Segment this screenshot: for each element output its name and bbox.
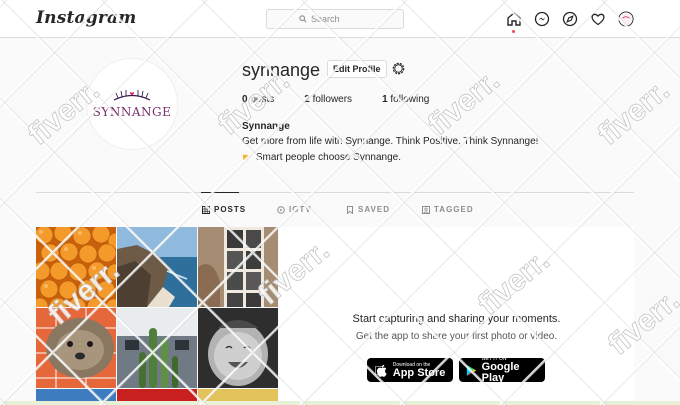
edit-profile-button[interactable]: Edit Profile [327, 60, 387, 78]
profile-bio-line-2: ☛ Smart people choose Synnange. [242, 151, 401, 164]
promo-subtitle: Get the app to share your first photo or… [355, 331, 558, 342]
tab-igtv[interactable]: IGTV [277, 205, 312, 214]
sample-photo-dog [36, 308, 116, 388]
explore-icon[interactable] [562, 11, 578, 27]
home-icon[interactable] [506, 11, 522, 27]
profile-bio-line-1: Get more from life with Synnange. Think … [242, 136, 539, 147]
bottom-strip [0, 401, 680, 405]
instagram-logo[interactable]: Instagram [36, 8, 136, 28]
sample-photo-baby [198, 308, 278, 388]
profile-avatar-icon[interactable] [618, 11, 634, 27]
igtv-icon [277, 205, 285, 214]
activity-dot [512, 30, 515, 33]
app-store-text: Download on the App Store [383, 361, 446, 379]
search-icon [299, 15, 307, 23]
messenger-icon[interactable] [534, 11, 550, 27]
sample-photo-cactus [117, 308, 197, 388]
tab-saved[interactable]: SAVED [346, 205, 390, 214]
sample-photo-photobooth [198, 227, 278, 307]
profile-stats: 0 posts 2 followers 1 following [242, 94, 459, 105]
active-tab-indicator [201, 192, 239, 193]
eyelash-logo-icon [113, 90, 151, 101]
avatar-brand-text: SYNNANGE [92, 105, 172, 119]
search-input[interactable] [311, 14, 371, 24]
pointing-hand-icon: ☛ [242, 152, 252, 164]
grid-icon [202, 205, 210, 214]
google-play-icon [466, 364, 477, 376]
following-stat[interactable]: 1 following [382, 94, 429, 105]
google-play-text: GET IT ON Google Play [481, 356, 520, 384]
sample-photo-oranges [36, 227, 116, 307]
bookmark-icon [347, 205, 353, 214]
settings-gear-icon[interactable] [391, 61, 406, 76]
tag-icon [422, 205, 430, 214]
top-navigation-bar: Instagram [0, 0, 680, 38]
tab-tagged-label: TAGGED [434, 205, 474, 214]
tab-igtv-label: IGTV [289, 205, 312, 214]
get-app-promo: Start capturing and sharing your moments… [279, 227, 634, 405]
promo-title: Start capturing and sharing your moments… [352, 313, 561, 325]
profile-username: synnange [242, 60, 321, 80]
profile-full-name: Synnange [242, 121, 290, 132]
sample-photo-coast [117, 227, 197, 307]
tab-saved-label: SAVED [358, 205, 390, 214]
google-play-button[interactable]: GET IT ON Google Play [459, 356, 545, 384]
tab-posts-label: POSTS [214, 205, 247, 214]
watermark-text: fiverr. [592, 74, 676, 152]
apple-logo-icon [376, 364, 387, 377]
tab-tagged[interactable]: TAGGED [422, 205, 474, 214]
followers-stat[interactable]: 2 followers [304, 94, 352, 105]
app-store-button[interactable]:  Download on the App Store [367, 358, 453, 382]
bio-line-2-text: Smart people choose Synnange. [255, 152, 401, 163]
profile-avatar[interactable]: SYNNANGE [86, 58, 178, 150]
posts-stat: 0 posts [242, 94, 275, 105]
tabs-divider [36, 192, 634, 193]
heart-icon[interactable] [590, 11, 606, 27]
search-box[interactable] [266, 9, 404, 29]
tab-posts[interactable]: POSTS [202, 205, 246, 214]
